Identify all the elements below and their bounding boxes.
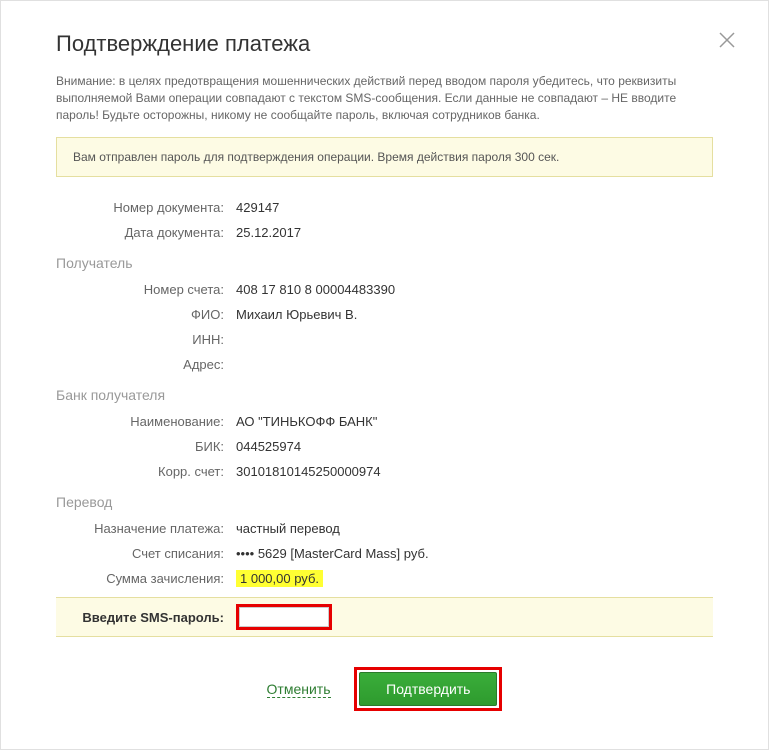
transfer-section-title: Перевод: [56, 494, 713, 510]
bank-bik-label: БИК:: [56, 439, 236, 454]
recipient-account-label: Номер счета:: [56, 282, 236, 297]
bank-name-label: Наименование:: [56, 414, 236, 429]
cancel-button[interactable]: Отменить: [267, 681, 331, 698]
recipient-account-value: 408 17 810 8 00004483390: [236, 282, 395, 297]
bank-name-value: АО "ТИНЬКОФФ БАНК": [236, 414, 377, 429]
transfer-debit-value: •••• 5629 [MasterCard Mass] руб.: [236, 546, 429, 561]
close-icon[interactable]: [718, 31, 738, 51]
bank-corr-label: Корр. счет:: [56, 464, 236, 479]
recipient-section-title: Получатель: [56, 255, 713, 271]
sms-sent-notice: Вам отправлен пароль для подтверждения о…: [56, 137, 713, 177]
doc-number-value: 429147: [236, 200, 279, 215]
sms-password-input[interactable]: [239, 607, 329, 627]
transfer-purpose-label: Назначение платежа:: [56, 521, 236, 536]
page-title: Подтверждение платежа: [56, 31, 713, 57]
bank-bik-value: 044525974: [236, 439, 301, 454]
transfer-amount-label: Сумма зачисления:: [56, 571, 236, 586]
recipient-fio-value: Михаил Юрьевич В.: [236, 307, 357, 322]
bank-section-title: Банк получателя: [56, 387, 713, 403]
transfer-debit-label: Счет списания:: [56, 546, 236, 561]
doc-date-label: Дата документа:: [56, 225, 236, 240]
recipient-inn-label: ИНН:: [56, 332, 236, 347]
doc-number-label: Номер документа:: [56, 200, 236, 215]
sms-password-label: Введите SMS-пароль:: [56, 610, 236, 625]
recipient-fio-label: ФИО:: [56, 307, 236, 322]
fraud-warning-text: Внимание: в целях предотвращения мошенни…: [56, 73, 713, 123]
transfer-amount-value: 1 000,00 руб.: [236, 570, 323, 587]
confirm-button[interactable]: Подтвердить: [359, 672, 497, 706]
recipient-address-label: Адрес:: [56, 357, 236, 372]
bank-corr-value: 30101810145250000974: [236, 464, 381, 479]
doc-date-value: 25.12.2017: [236, 225, 301, 240]
transfer-purpose-value: частный перевод: [236, 521, 340, 536]
